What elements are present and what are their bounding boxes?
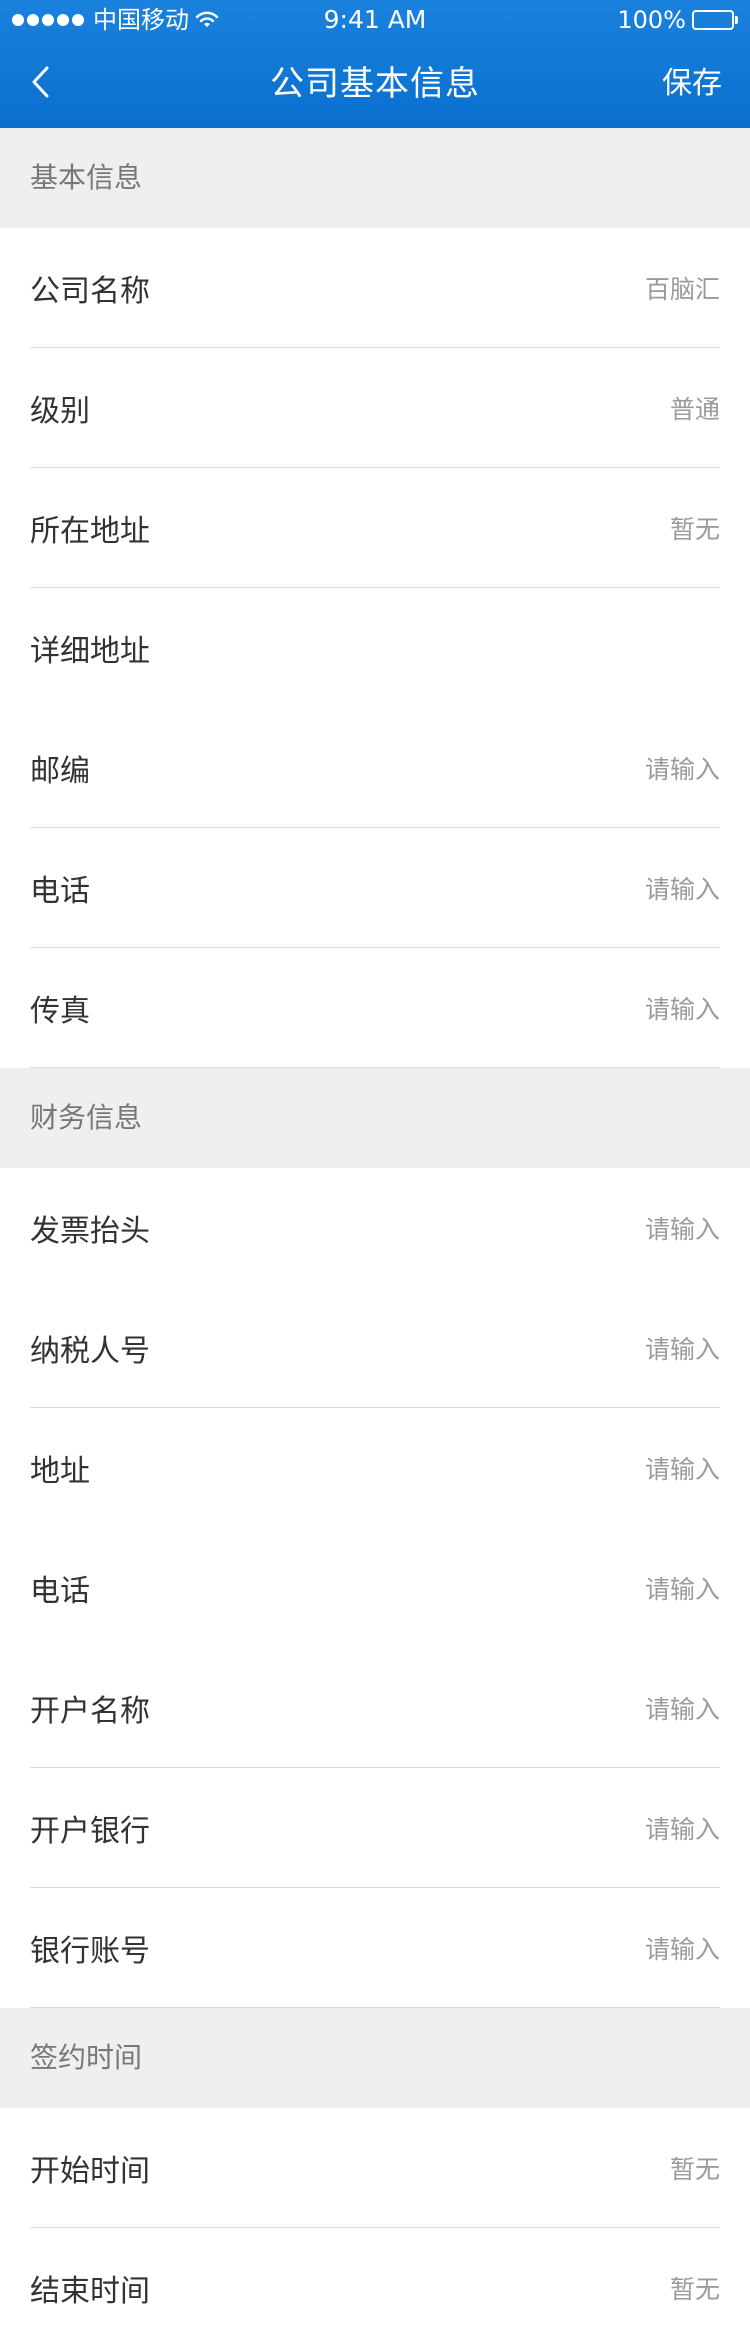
row-level[interactable]: 级别 普通: [0, 348, 750, 468]
row-label: 纳税人号: [30, 1334, 150, 1369]
status-right: 100%: [617, 0, 738, 40]
fax-input[interactable]: 请输入: [645, 990, 720, 1026]
row-bank-account[interactable]: 银行账号 请输入: [0, 1888, 750, 2008]
row-finance-phone[interactable]: 电话 请输入: [0, 1528, 750, 1648]
chevron-left-icon: [29, 65, 51, 103]
row-label: 电话: [30, 874, 90, 909]
row-label: 公司名称: [30, 274, 150, 309]
row-start-time[interactable]: 开始时间 暂无: [0, 2108, 750, 2228]
row-value: 暂无: [669, 2275, 720, 2304]
row-label: 传真: [30, 994, 90, 1029]
row-company-name[interactable]: 公司名称 百脑汇: [0, 228, 750, 348]
row-bank[interactable]: 开户银行 请输入: [0, 1768, 750, 1888]
row-label: 结束时间: [30, 2274, 150, 2309]
row-taxpayer-id[interactable]: 纳税人号 请输入: [0, 1288, 750, 1408]
invoice-title-input[interactable]: 请输入: [645, 1210, 720, 1246]
row-phone[interactable]: 电话 请输入: [0, 828, 750, 948]
row-label: 所在地址: [30, 514, 150, 549]
row-label: 开户银行: [30, 1814, 150, 1849]
row-fax[interactable]: 传真 请输入: [0, 948, 750, 1068]
finance-address-input[interactable]: 请输入: [645, 1450, 720, 1486]
back-button[interactable]: [20, 62, 60, 106]
status-bar: 中国移动 9:41 AM 100%: [0, 0, 750, 40]
row-detailed-address[interactable]: 详细地址: [0, 588, 750, 708]
app-screen: 中国移动 9:41 AM 100% 公司基本信息 保存 基本信息 公司名称 百脑…: [0, 0, 750, 2348]
row-account-name[interactable]: 开户名称 请输入: [0, 1648, 750, 1768]
battery-percentage: 100%: [617, 6, 686, 34]
taxpayer-id-input[interactable]: 请输入: [645, 1330, 720, 1366]
save-button[interactable]: 保存: [662, 40, 722, 128]
row-value: 普通: [669, 395, 720, 424]
row-label: 开始时间: [30, 2154, 150, 2189]
nav-bar: 公司基本信息 保存: [0, 40, 750, 128]
finance-phone-input[interactable]: 请输入: [645, 1570, 720, 1606]
row-end-time[interactable]: 结束时间 暂无: [0, 2228, 750, 2348]
phone-input[interactable]: 请输入: [645, 870, 720, 906]
row-value: 百脑汇: [644, 275, 720, 304]
header: 中国移动 9:41 AM 100% 公司基本信息 保存: [0, 0, 750, 128]
section-header-finance-info: 财务信息: [0, 1068, 750, 1168]
row-label: 地址: [30, 1454, 90, 1489]
row-value: 暂无: [669, 515, 720, 544]
row-value: 暂无: [669, 2155, 720, 2184]
row-label: 电话: [30, 1574, 90, 1609]
row-label: 邮编: [30, 754, 90, 789]
bank-input[interactable]: 请输入: [645, 1810, 720, 1846]
row-label: 银行账号: [30, 1934, 150, 1969]
page-title: 公司基本信息: [270, 64, 480, 104]
row-location[interactable]: 所在地址 暂无: [0, 468, 750, 588]
battery-icon: [692, 10, 738, 30]
row-label: 开户名称: [30, 1694, 150, 1729]
postcode-input[interactable]: 请输入: [645, 750, 720, 786]
row-label: 级别: [30, 394, 90, 429]
row-finance-address[interactable]: 地址 请输入: [0, 1408, 750, 1528]
row-label: 发票抬头: [30, 1214, 150, 1249]
row-postcode[interactable]: 邮编 请输入: [0, 708, 750, 828]
row-label: 详细地址: [30, 634, 150, 669]
account-name-input[interactable]: 请输入: [645, 1690, 720, 1726]
section-header-basic-info: 基本信息: [0, 128, 750, 228]
section-header-contract-time: 签约时间: [0, 2008, 750, 2108]
bank-account-input[interactable]: 请输入: [645, 1930, 720, 1966]
row-invoice-title[interactable]: 发票抬头 请输入: [0, 1168, 750, 1288]
